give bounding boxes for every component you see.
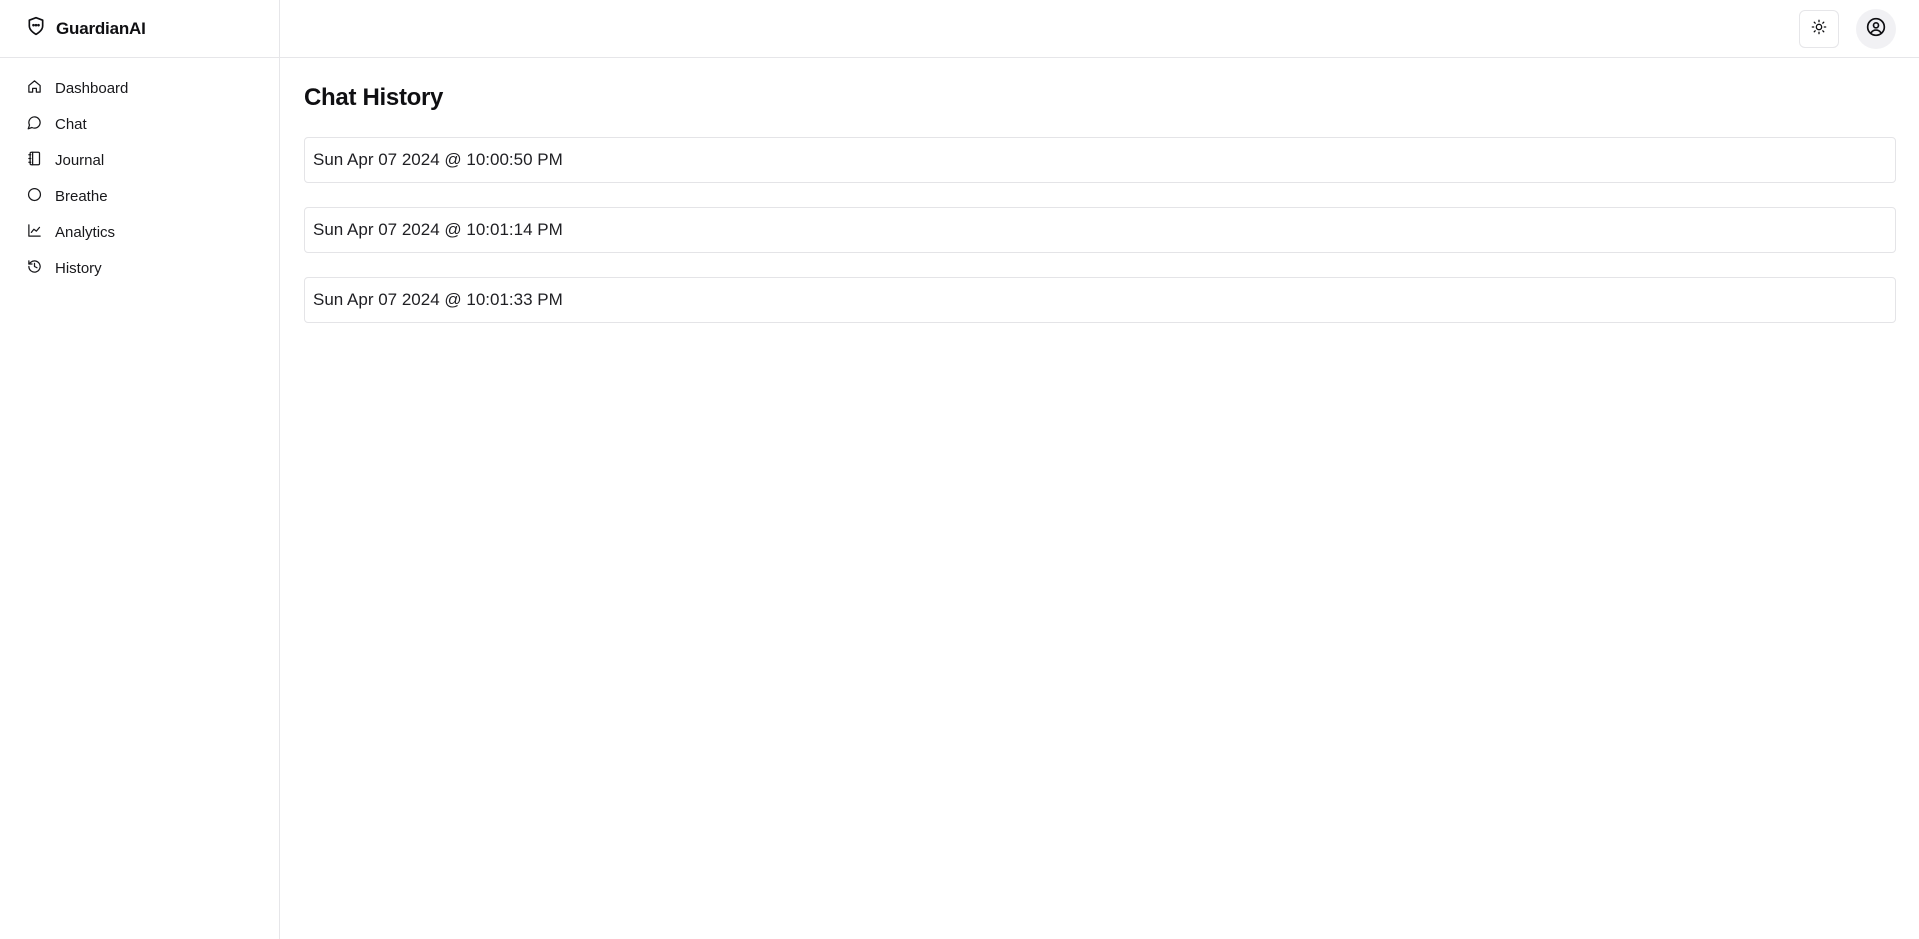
sidebar-item-history[interactable]: History — [16, 250, 263, 286]
chat-history-item[interactable]: Sun Apr 07 2024 @ 10:00:50 PM — [304, 137, 1896, 183]
home-icon — [27, 79, 42, 98]
sidebar-item-label: Analytics — [55, 223, 116, 241]
chat-history-item[interactable]: Sun Apr 07 2024 @ 10:01:14 PM — [304, 207, 1896, 253]
sun-icon — [1811, 19, 1827, 40]
top-bar — [280, 0, 1919, 58]
sidebar-nav: Dashboard Chat Journal Breathe Analytics… — [0, 58, 279, 286]
sidebar: GuardianAI Dashboard Chat Journal Breath… — [0, 0, 280, 939]
main-content: Chat History Sun Apr 07 2024 @ 10:00:50 … — [280, 58, 1919, 939]
brand[interactable]: GuardianAI — [0, 0, 279, 58]
notebook-icon — [27, 151, 42, 170]
chat-history-item[interactable]: Sun Apr 07 2024 @ 10:01:33 PM — [304, 277, 1896, 323]
sidebar-item-analytics[interactable]: Analytics — [16, 214, 263, 250]
sidebar-item-label: Journal — [55, 151, 105, 169]
brand-name: GuardianAI — [56, 18, 146, 38]
sidebar-item-journal[interactable]: Journal — [16, 142, 263, 178]
theme-toggle-button[interactable] — [1799, 10, 1839, 48]
sidebar-item-label: Dashboard — [55, 79, 129, 97]
user-menu-button[interactable] — [1856, 9, 1896, 49]
app-root: GuardianAI Dashboard Chat Journal Breath… — [0, 0, 1919, 939]
user-circle-icon — [1866, 17, 1886, 42]
history-icon — [27, 259, 42, 278]
sidebar-item-label: Breathe — [55, 187, 108, 205]
circle-icon — [27, 187, 42, 206]
sidebar-item-chat[interactable]: Chat — [16, 106, 263, 142]
sidebar-item-label: Chat — [55, 115, 87, 133]
line-chart-icon — [27, 223, 42, 242]
message-circle-icon — [27, 115, 42, 134]
page-title: Chat History — [304, 84, 444, 111]
shield-icon — [26, 15, 46, 42]
chat-history-list: Sun Apr 07 2024 @ 10:00:50 PM Sun Apr 07… — [304, 137, 1896, 323]
sidebar-item-label: History — [55, 259, 102, 277]
sidebar-item-breathe[interactable]: Breathe — [16, 178, 263, 214]
sidebar-item-dashboard[interactable]: Dashboard — [16, 70, 263, 106]
